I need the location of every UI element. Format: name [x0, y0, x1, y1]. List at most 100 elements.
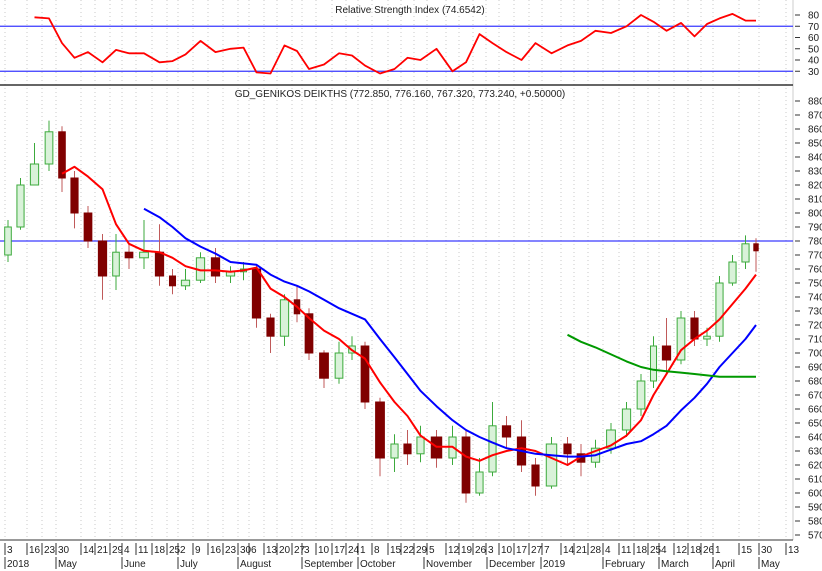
candle-down	[97, 240, 108, 277]
month-label: September	[304, 559, 354, 570]
rsi-title: Relative Strength Index (74.6542)	[335, 5, 485, 16]
price-tick-label: 770	[808, 251, 822, 262]
price-tick-label: 680	[808, 377, 822, 388]
candle-up	[475, 471, 484, 494]
candle-up	[728, 261, 737, 284]
price-tick-label: 640	[808, 433, 822, 444]
price-title: GD_GENIKOS DEIKTHS (772.850, 776.160, 76…	[235, 89, 566, 100]
x-tick-label: 6	[251, 545, 257, 556]
price-tick-label: 570	[808, 531, 822, 542]
rsi-tick-label: 70	[808, 22, 820, 33]
x-tick-label: 10	[501, 545, 513, 556]
candle-down	[319, 352, 329, 379]
price-tick-label: 760	[808, 265, 822, 276]
x-tick-label: 15	[741, 545, 753, 556]
candle-up	[390, 443, 399, 459]
x-tick-label: 1	[360, 545, 366, 556]
candle-down	[360, 345, 370, 403]
candle-down	[266, 317, 275, 337]
month-label: 2019	[543, 559, 566, 570]
candle-down	[58, 131, 66, 179]
price-tick-label: 830	[808, 167, 822, 178]
x-tick-label: 13	[266, 545, 278, 556]
rsi-tick-label: 50	[808, 44, 820, 55]
x-tick-label: 11	[138, 545, 149, 556]
price-tick-label: 710	[808, 335, 822, 346]
price-tick-label: 600	[808, 489, 822, 500]
candle-up	[180, 279, 191, 287]
price-tick-label: 780	[808, 237, 822, 248]
x-tick-label: 4	[661, 545, 667, 556]
month-label: June	[124, 559, 146, 570]
x-tick-label: 25	[650, 545, 662, 556]
x-tick-label: 12	[448, 545, 460, 556]
candle-up	[715, 282, 724, 337]
month-label: August	[240, 559, 271, 570]
candles	[4, 120, 759, 503]
rsi-y-axis: 807060504030	[795, 11, 820, 78]
price-tick-label: 720	[808, 321, 822, 332]
price-tick-label: 820	[808, 181, 822, 192]
candle-down	[168, 275, 177, 287]
x-tick-label: 14	[563, 545, 575, 556]
rsi-tick-label: 60	[808, 33, 820, 44]
x-tick-label: 8	[374, 545, 380, 556]
x-tick-label: 20	[279, 545, 291, 556]
x-tick-label: 21	[576, 545, 588, 556]
candle-up	[4, 226, 12, 256]
month-label: November	[426, 559, 473, 570]
candle-down	[70, 177, 79, 214]
chart-container: Relative Strength Index (74.6542) GD_GEN…	[0, 0, 822, 571]
x-tick-label: 17	[334, 545, 346, 556]
price-tick-label: 850	[808, 139, 822, 150]
stock-chart: Relative Strength Index (74.6542) GD_GEN…	[0, 0, 822, 570]
x-tick-label: 30	[761, 545, 773, 556]
x-tick-label: 4	[124, 545, 130, 556]
x-tick-label: 13	[788, 545, 800, 556]
x-tick-label: 4	[605, 545, 611, 556]
price-tick-label: 660	[808, 405, 822, 416]
candle-up	[279, 299, 290, 337]
month-label: July	[180, 559, 198, 570]
x-tick-label: 30	[58, 545, 70, 556]
x-tick-label: 9	[195, 545, 201, 556]
price-tick-label: 800	[808, 209, 822, 220]
price-tick-label: 700	[808, 349, 822, 360]
x-tick-label: 11	[621, 545, 632, 556]
candle-down	[461, 436, 471, 494]
candle-up	[334, 352, 344, 379]
price-tick-label: 620	[808, 461, 822, 472]
candle-down	[531, 464, 540, 487]
candle-up	[29, 163, 40, 186]
candle-up	[16, 184, 25, 228]
month-label: February	[605, 559, 645, 570]
grid	[4, 0, 794, 540]
x-axis: 3 16 23 30 14 21 29 4 11 18 25 2 9 16 23 30 6 13 20 273 10 17…	[4, 543, 800, 570]
candle-down	[690, 317, 699, 340]
x-tick-label: 5	[429, 545, 435, 556]
x-tick-label: 27	[531, 545, 543, 556]
x-tick-label: 26	[475, 545, 487, 556]
candle-down	[124, 251, 134, 259]
candle-down	[661, 345, 672, 361]
price-tick-label: 790	[808, 223, 822, 234]
x-tick-label: 3	[304, 545, 310, 556]
price-tick-label: 740	[808, 293, 822, 304]
month-label: October	[360, 559, 396, 570]
x-tick-label: 1	[715, 545, 721, 556]
candle-up	[112, 251, 120, 277]
x-tick-label: 23	[225, 545, 237, 556]
candle-up	[416, 436, 425, 455]
price-tick-label: 750	[808, 279, 822, 290]
price-tick-label: 880	[808, 97, 822, 108]
month-label: May	[761, 559, 780, 570]
x-tick-label: 10	[318, 545, 330, 556]
price-tick-label: 860	[808, 125, 822, 136]
x-tick-label: 3	[7, 545, 13, 556]
price-tick-label: 690	[808, 363, 822, 374]
x-tick-label: 2	[180, 545, 186, 556]
candle-up	[636, 380, 646, 410]
x-tick-label: 12	[676, 545, 688, 556]
moving-average-line-3	[567, 333, 756, 378]
candle-up	[44, 131, 54, 165]
